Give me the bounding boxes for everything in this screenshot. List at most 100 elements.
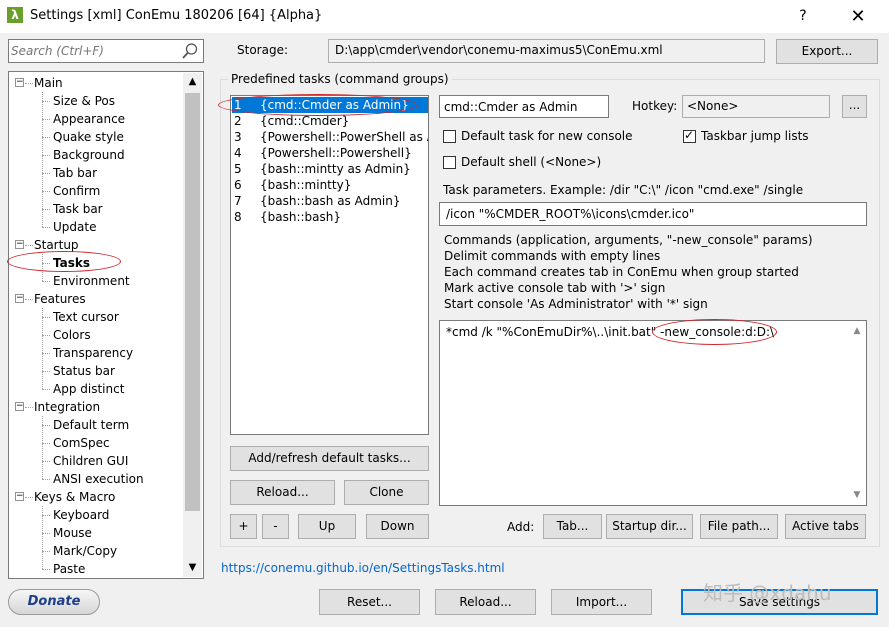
tree-collapse-icon[interactable]: − bbox=[15, 492, 24, 501]
reload-settings-button[interactable]: Reload... bbox=[435, 589, 536, 615]
help-text-line: Commands (application, arguments, "-new_… bbox=[444, 233, 813, 247]
help-text-line: Start console 'As Administrator' with '*… bbox=[444, 297, 708, 311]
tree-item-children-gui[interactable]: Children GUI bbox=[53, 452, 128, 470]
task-name: {bash::bash as Admin} bbox=[260, 194, 401, 208]
hotkey-field[interactable]: <None> bbox=[682, 95, 830, 118]
tree-item-transparency[interactable]: Transparency bbox=[53, 344, 133, 362]
tree-collapse-icon[interactable]: − bbox=[15, 240, 24, 249]
move-task-up-button[interactable]: Up bbox=[298, 514, 356, 539]
export-button[interactable]: Export... bbox=[776, 39, 878, 64]
scroll-up-arrow-icon[interactable]: ▲ bbox=[183, 73, 202, 91]
scroll-up-arrow-icon[interactable]: ▲ bbox=[849, 323, 865, 339]
task-list-item[interactable]: 5 {bash::mintty as Admin} bbox=[232, 161, 428, 177]
tree-item-task-bar[interactable]: Task bar bbox=[53, 200, 103, 218]
settings-tree[interactable]: − Main Size & Pos Appearance Quake style Back… bbox=[8, 71, 204, 579]
task-name: {bash::mintty as Admin} bbox=[260, 162, 411, 176]
add-file-path-button[interactable]: File path... bbox=[700, 514, 778, 539]
tree-group-integration[interactable]: Integration bbox=[34, 398, 100, 416]
tree-item-comspec[interactable]: ComSpec bbox=[53, 434, 110, 452]
tree-item-app-distinct[interactable]: App distinct bbox=[53, 380, 124, 398]
task-list[interactable]: 1 {cmd::Cmder as Admin} 2 {cmd::Cmder} 3 {Pow… bbox=[230, 95, 429, 435]
default-task-checkbox[interactable] bbox=[443, 130, 456, 143]
tree-item-keyboard[interactable]: Keyboard bbox=[53, 506, 109, 524]
add-task-button[interactable]: + bbox=[230, 514, 257, 539]
help-text-line: Delimit commands with empty lines bbox=[444, 249, 661, 263]
task-number: 3 bbox=[234, 130, 242, 144]
task-number: 1 bbox=[234, 98, 242, 112]
tree-scrollbar[interactable]: ▲ ▼ bbox=[183, 73, 202, 577]
tree-group-keys-macro[interactable]: Keys & Macro bbox=[34, 488, 115, 506]
tree-item-paste[interactable]: Paste bbox=[53, 560, 85, 578]
commands-textarea[interactable]: *cmd /k "%ConEmuDir%\..\init.bat" -new_c… bbox=[439, 320, 867, 506]
help-button[interactable]: ? bbox=[780, 0, 826, 33]
tree-group-startup[interactable]: Startup bbox=[34, 236, 79, 254]
task-list-item[interactable]: 2 {cmd::Cmder} bbox=[232, 113, 428, 129]
default-task-label: Default task for new console bbox=[461, 129, 633, 143]
close-button[interactable]: ✕ bbox=[835, 0, 881, 33]
help-text-line: Each command creates tab in ConEmu when … bbox=[444, 265, 799, 279]
clone-task-button[interactable]: Clone bbox=[344, 480, 429, 505]
import-button[interactable]: Import... bbox=[551, 589, 652, 615]
task-name: {cmd::Cmder} bbox=[260, 114, 350, 128]
task-parameters-input[interactable] bbox=[439, 202, 867, 226]
taskbar-jump-lists-checkbox[interactable] bbox=[683, 128, 696, 143]
search-input[interactable] bbox=[11, 42, 179, 60]
add-tab-button[interactable]: Tab... bbox=[543, 514, 602, 539]
scroll-down-arrow-icon[interactable]: ▼ bbox=[183, 559, 202, 577]
donate-button[interactable]: Donate bbox=[8, 589, 100, 615]
settings-help-link[interactable]: https://conemu.github.io/en/SettingsTask… bbox=[221, 561, 505, 575]
add-active-tabs-button[interactable]: Active tabs bbox=[785, 514, 866, 539]
task-name: {bash::bash} bbox=[260, 210, 342, 224]
reset-button[interactable]: Reset... bbox=[319, 589, 420, 615]
tree-collapse-icon[interactable]: − bbox=[15, 78, 24, 87]
search-icon[interactable] bbox=[181, 42, 199, 60]
task-list-item[interactable]: 3 {Powershell::PowerShell as A bbox=[232, 129, 428, 145]
task-list-item[interactable]: 7 {bash::bash as Admin} bbox=[232, 193, 428, 209]
tree-item-size-pos[interactable]: Size & Pos bbox=[53, 92, 115, 110]
tree-item-background[interactable]: Background bbox=[53, 146, 125, 164]
tree-item-text-cursor[interactable]: Text cursor bbox=[53, 308, 119, 326]
scrollbar-thumb[interactable] bbox=[185, 93, 200, 511]
commands-text: *cmd /k "%ConEmuDir%\..\init.bat" -new_c… bbox=[446, 325, 775, 339]
task-list-item[interactable]: 4 {Powershell::Powershell} bbox=[232, 145, 428, 161]
tree-collapse-icon[interactable]: − bbox=[15, 402, 24, 411]
task-number: 4 bbox=[234, 146, 242, 160]
storage-label: Storage: bbox=[237, 43, 288, 57]
tree-item-update[interactable]: Update bbox=[53, 218, 96, 236]
storage-path-field[interactable]: D:\app\cmder\vendor\conemu-maximus5\ConE… bbox=[328, 39, 765, 63]
tree-item-quake-style[interactable]: Quake style bbox=[53, 128, 124, 146]
scroll-down-arrow-icon[interactable]: ▼ bbox=[849, 487, 865, 503]
tree-item-default-term[interactable]: Default term bbox=[53, 416, 129, 434]
tree-item-confirm[interactable]: Confirm bbox=[53, 182, 100, 200]
tree-item-colors[interactable]: Colors bbox=[53, 326, 91, 344]
conemu-app-icon: λ bbox=[7, 7, 23, 23]
help-text-line: Mark active console tab with '>' sign bbox=[444, 281, 666, 295]
tree-group-features[interactable]: Features bbox=[34, 290, 86, 308]
tree-collapse-icon[interactable]: − bbox=[15, 294, 24, 303]
tree-item-tab-bar[interactable]: Tab bar bbox=[53, 164, 97, 182]
tree-group-main[interactable]: Main bbox=[34, 74, 63, 92]
move-task-down-button[interactable]: Down bbox=[366, 514, 429, 539]
tree-item-environment[interactable]: Environment bbox=[53, 272, 130, 290]
task-name-input[interactable] bbox=[439, 95, 609, 118]
tree-item-status-bar[interactable]: Status bar bbox=[53, 362, 115, 380]
task-name: {Powershell::Powershell} bbox=[260, 146, 412, 160]
task-list-item[interactable]: 6 {bash::mintty} bbox=[232, 177, 428, 193]
task-list-item[interactable]: 1 {cmd::Cmder as Admin} bbox=[232, 97, 428, 113]
tree-item-tasks[interactable]: Tasks bbox=[53, 254, 90, 272]
add-label: Add: bbox=[507, 520, 535, 534]
hotkey-browse-button[interactable]: ... bbox=[842, 95, 867, 118]
add-refresh-default-tasks-button[interactable]: Add/refresh default tasks... bbox=[230, 446, 429, 471]
task-list-item[interactable]: 8 {bash::bash} bbox=[232, 209, 428, 225]
task-name: {cmd::Cmder as Admin} bbox=[260, 98, 409, 112]
add-startup-dir-button[interactable]: Startup dir... bbox=[606, 514, 693, 539]
tree-item-mark-copy[interactable]: Mark/Copy bbox=[53, 542, 117, 560]
reload-tasks-button[interactable]: Reload... bbox=[230, 480, 335, 505]
task-number: 7 bbox=[234, 194, 242, 208]
remove-task-button[interactable]: - bbox=[262, 514, 289, 539]
tree-item-ansi-execution[interactable]: ANSI execution bbox=[53, 470, 144, 488]
default-shell-checkbox[interactable] bbox=[443, 156, 456, 169]
tree-item-mouse[interactable]: Mouse bbox=[53, 524, 92, 542]
task-parameters-label: Task parameters. Example: /dir "C:\" /ic… bbox=[443, 183, 804, 197]
tree-item-appearance[interactable]: Appearance bbox=[53, 110, 125, 128]
